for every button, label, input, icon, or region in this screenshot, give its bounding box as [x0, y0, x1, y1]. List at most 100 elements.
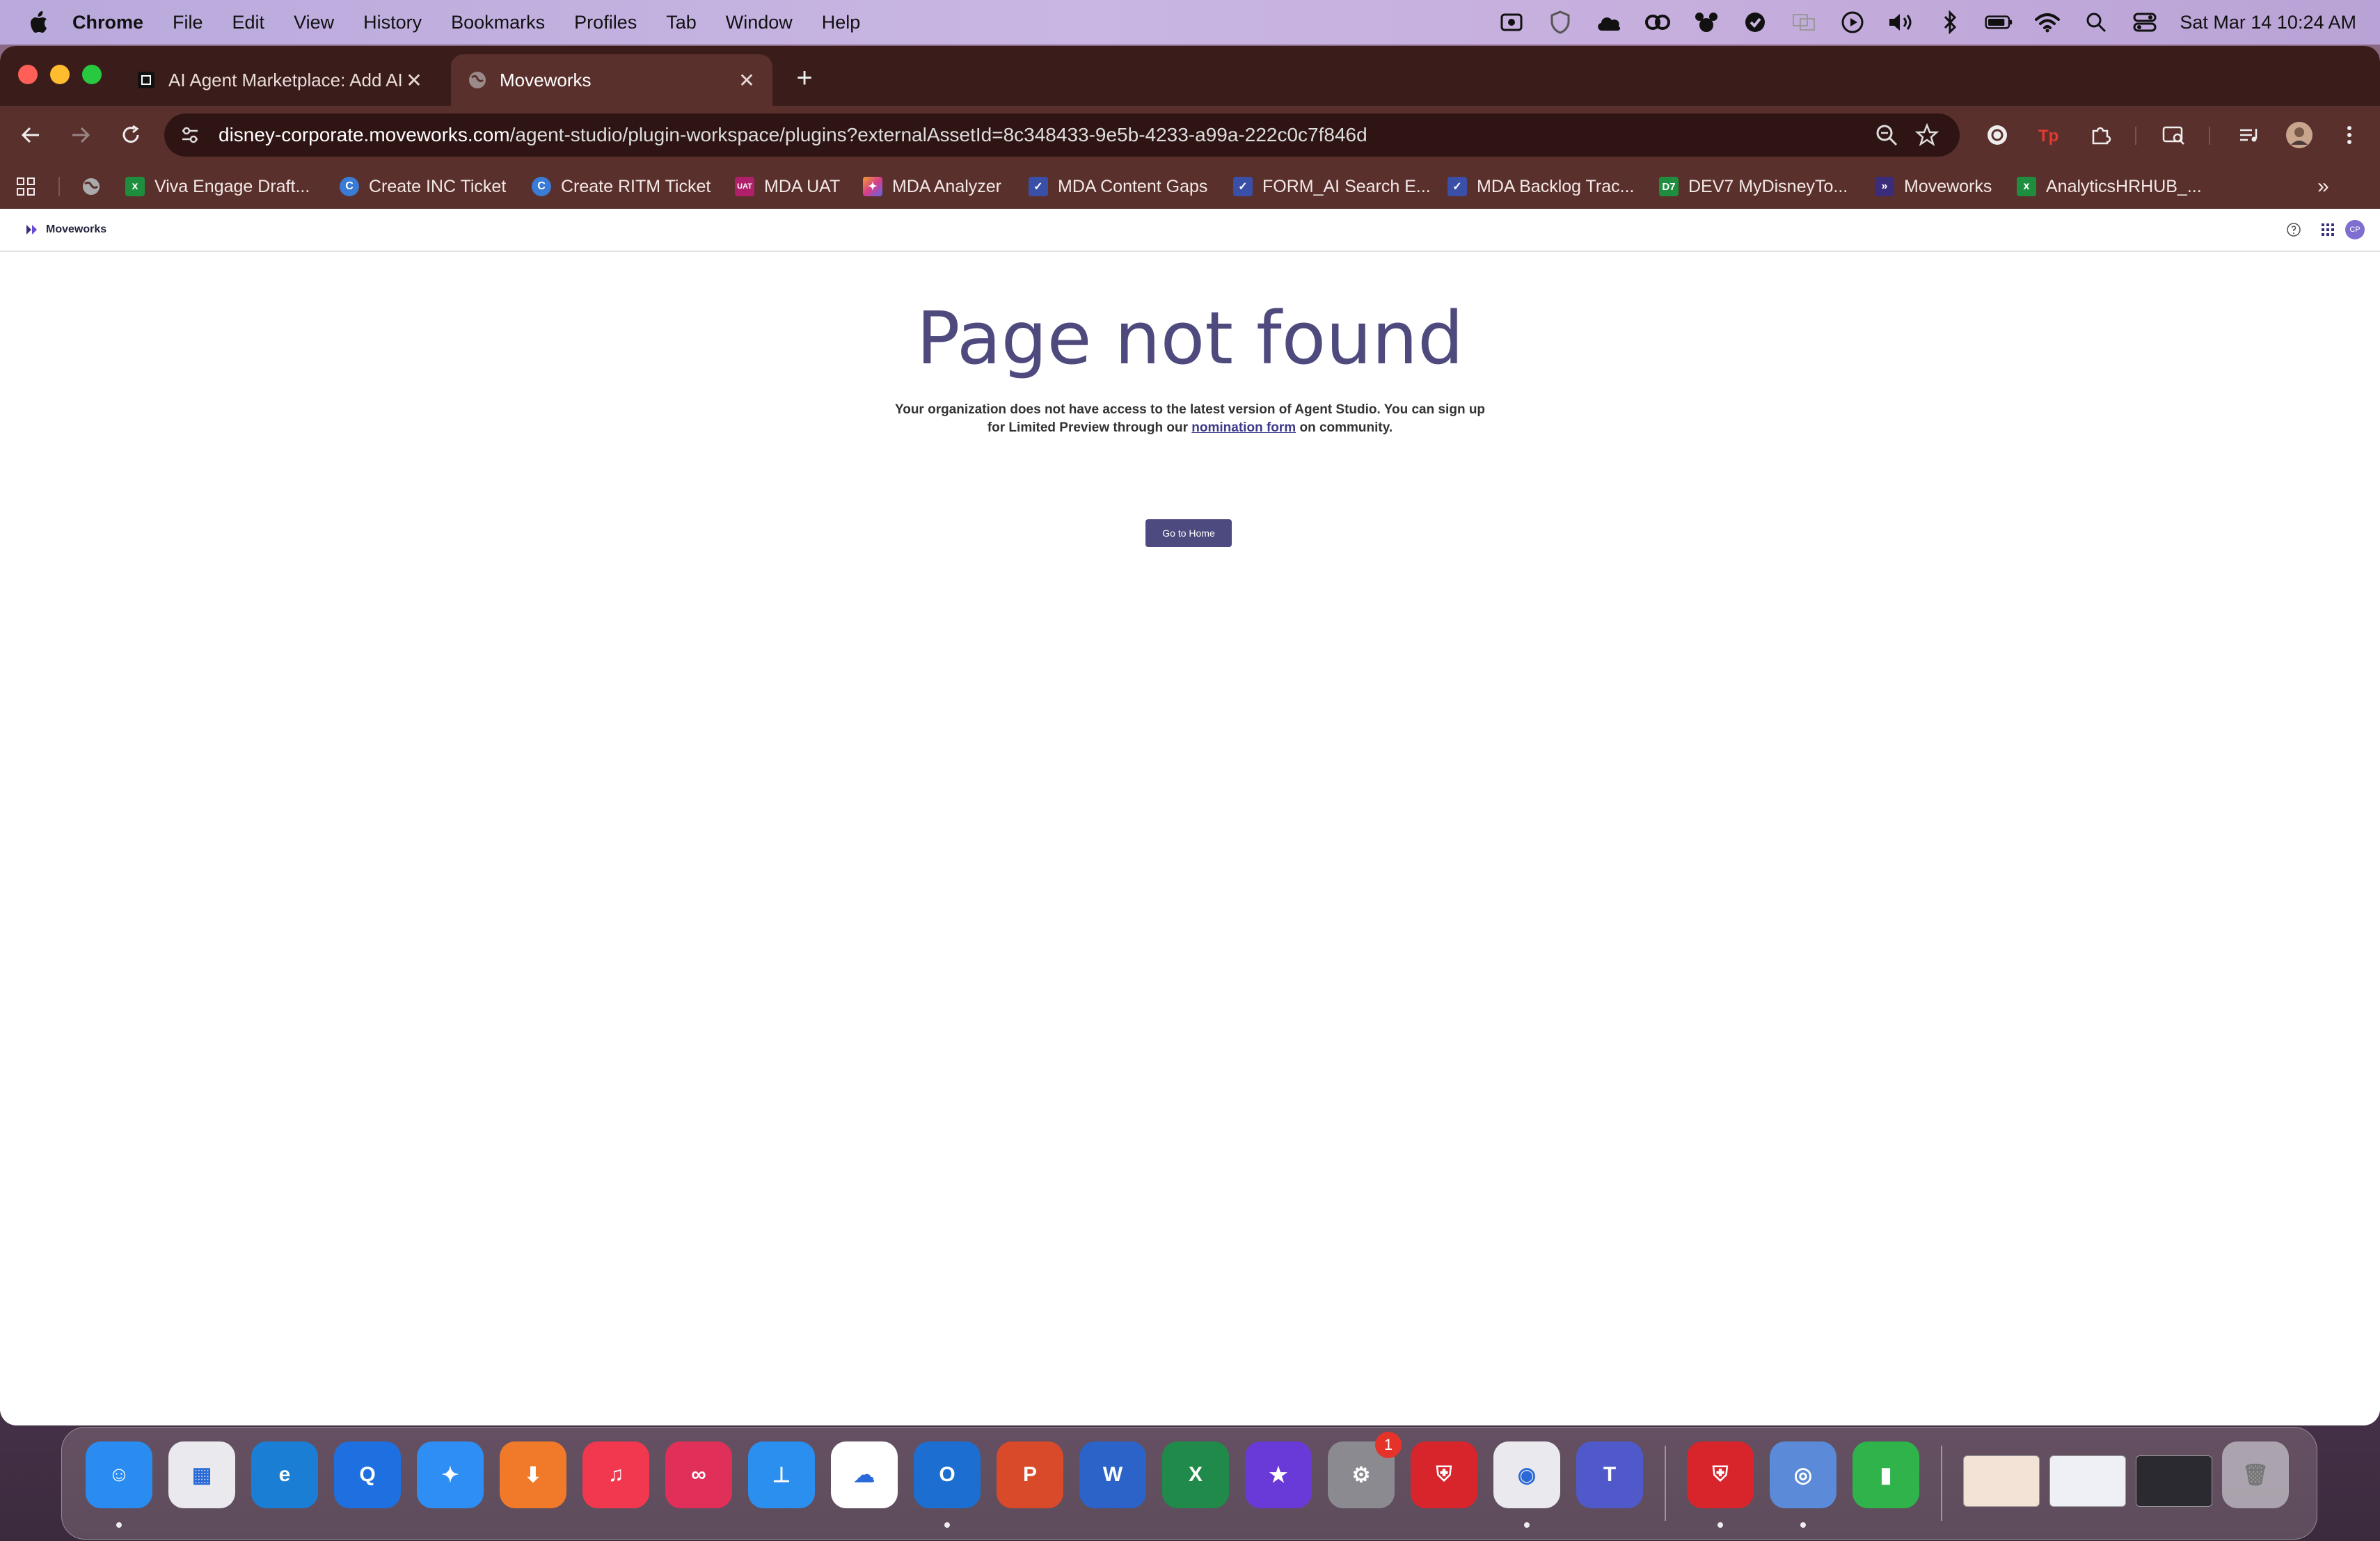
dock-trash-icon[interactable]: 🗑	[2222, 1441, 2289, 1508]
minimize-window-button[interactable]	[50, 65, 70, 84]
dock-excel-icon[interactable]: X	[1162, 1441, 1229, 1508]
menu-help[interactable]: Help	[822, 12, 861, 33]
bookmark-globe-icon[interactable]	[81, 164, 102, 209]
dock-disk-utility-icon[interactable]: ◎	[1770, 1441, 1836, 1508]
screen-mirror-status-icon[interactable]	[1790, 8, 1818, 36]
close-tab-icon[interactable]: ✕	[404, 69, 425, 92]
bookmark-item[interactable]: ✦ MDA Analyzer	[863, 164, 1001, 209]
dock-powerpoint-icon[interactable]: P	[997, 1441, 1063, 1508]
ai-status-icon[interactable]	[1498, 8, 1525, 36]
chrome-window: AI Agent Marketplace: Add AI ✕ Moveworks…	[0, 46, 2380, 1425]
bookmark-label: MDA Content Gaps	[1058, 176, 1208, 196]
forward-button[interactable]	[65, 120, 96, 150]
zoom-window-button[interactable]	[82, 65, 102, 84]
menu-history[interactable]: History	[363, 12, 422, 33]
menu-window[interactable]: Window	[726, 12, 793, 33]
apps-grid-icon[interactable]	[15, 164, 36, 209]
close-window-button[interactable]	[18, 65, 38, 84]
dock-keynote-icon[interactable]: ⊥	[748, 1441, 815, 1508]
dock-finder-icon[interactable]: ☺	[86, 1441, 152, 1508]
go-to-home-button[interactable]: Go to Home	[1145, 519, 1232, 547]
notification-badge: 1	[1375, 1432, 1402, 1458]
grammarly-status-icon[interactable]	[1741, 8, 1769, 36]
dock-music-icon[interactable]: ♫	[582, 1441, 649, 1508]
dock-quicktime-icon[interactable]: Q	[334, 1441, 401, 1508]
volume-icon[interactable]	[1887, 8, 1915, 36]
dock-downloads-icon[interactable]: ⬇	[500, 1441, 566, 1508]
menubar-clock[interactable]: Sat Mar 14 10:24 AM	[2180, 12, 2356, 33]
dock-onedrive-icon[interactable]: ☁	[831, 1441, 898, 1508]
menu-view[interactable]: View	[294, 12, 334, 33]
chrome-menu-icon[interactable]	[2334, 120, 2365, 150]
menu-app-chrome[interactable]: Chrome	[72, 12, 143, 33]
site-settings-icon[interactable]	[180, 125, 200, 145]
mickey-status-icon[interactable]	[1692, 8, 1720, 36]
profile-avatar[interactable]	[2284, 120, 2315, 150]
dock-teams-icon[interactable]: T	[1576, 1441, 1643, 1508]
dock-safari-icon[interactable]: ✦	[417, 1441, 484, 1508]
dock-outlook-icon[interactable]: O	[914, 1441, 981, 1508]
bookmark-star-icon[interactable]	[1915, 123, 1939, 147]
battery-icon[interactable]	[1985, 8, 2013, 36]
page-title: Page not found	[916, 296, 1464, 381]
dock-numbers-icon[interactable]: ▮	[1853, 1441, 1919, 1508]
bookmark-item[interactable]: x Viva Engage Draft...	[125, 164, 310, 209]
spotlight-search-icon[interactable]	[2082, 8, 2110, 36]
extensions-puzzle-icon[interactable]	[2085, 120, 2116, 150]
bookmark-label: FORM_AI Search E...	[1262, 176, 1431, 196]
bookmark-item[interactable]: x AnalyticsHRHUB_...	[2017, 164, 2202, 209]
bookmark-item[interactable]: ✓ FORM_AI Search E...	[1233, 164, 1431, 209]
media-controls-icon[interactable]	[2234, 120, 2264, 150]
dock-word-icon[interactable]: W	[1079, 1441, 1146, 1508]
user-avatar[interactable]: CP	[2345, 220, 2365, 239]
dock-creative-cloud-icon[interactable]: ∞	[665, 1441, 732, 1508]
bookmark-item[interactable]: C Create RITM Ticket	[532, 164, 711, 209]
grammarly-extension-icon[interactable]	[1982, 120, 2013, 150]
bookmark-item[interactable]: D7 DEV7 MyDisneyTo...	[1659, 164, 1848, 209]
dock-chrome-icon[interactable]: ◉	[1493, 1441, 1560, 1508]
bluetooth-icon[interactable]	[1936, 8, 1964, 36]
url-text[interactable]: disney-corporate.moveworks.com/agent-stu…	[219, 113, 1367, 157]
tp-extension-icon[interactable]: Tp	[2033, 120, 2064, 150]
reload-button[interactable]	[116, 120, 146, 150]
dock-vpn-shield-icon[interactable]: ⛨	[1411, 1441, 1477, 1508]
app-launcher-grid-icon[interactable]	[2320, 222, 2335, 237]
bookmark-item[interactable]: ✓ MDA Content Gaps	[1029, 164, 1207, 209]
bookmark-item[interactable]: UAT MDA UAT	[735, 164, 840, 209]
brand-name[interactable]: Moveworks	[46, 223, 106, 236]
dock-minimized-window-thumbnail[interactable]	[2049, 1455, 2126, 1507]
shield-status-icon[interactable]	[1546, 8, 1574, 36]
tab-ai-agent-marketplace[interactable]: AI Agent Marketplace: Add AI ✕	[120, 54, 440, 106]
cloud-status-icon[interactable]	[1595, 8, 1623, 36]
menu-profiles[interactable]: Profiles	[574, 12, 637, 33]
creative-cloud-status-icon[interactable]	[1644, 8, 1672, 36]
tab-moveworks[interactable]: Moveworks ✕	[451, 54, 772, 106]
wifi-icon[interactable]	[2033, 8, 2061, 36]
address-bar[interactable]: disney-corporate.moveworks.com/agent-stu…	[164, 113, 1960, 157]
help-icon[interactable]	[2285, 221, 2302, 238]
bookmark-item[interactable]: » Moveworks	[1875, 164, 1992, 209]
moveworks-logo-icon[interactable]	[25, 223, 40, 237]
menu-file[interactable]: File	[173, 12, 203, 33]
bookmark-item[interactable]: C Create INC Ticket	[340, 164, 506, 209]
dock-imovie-icon[interactable]: ★	[1245, 1441, 1312, 1508]
apple-icon[interactable]	[28, 10, 49, 34]
menu-edit[interactable]: Edit	[232, 12, 265, 33]
zoom-icon[interactable]	[1875, 123, 1898, 147]
close-tab-icon[interactable]: ✕	[736, 69, 757, 92]
dock-launchpad-icon[interactable]: ▦	[168, 1441, 235, 1508]
menu-tab[interactable]: Tab	[666, 12, 697, 33]
nomination-form-link[interactable]: nomination form	[1191, 420, 1296, 435]
more-bookmarks-chevron-icon[interactable]: »	[2317, 164, 2329, 209]
control-center-icon[interactable]	[2131, 8, 2159, 36]
play-status-icon[interactable]	[1839, 8, 1866, 36]
menu-bookmarks[interactable]: Bookmarks	[451, 12, 545, 33]
tab-search-icon[interactable]	[2159, 120, 2189, 150]
bookmark-item[interactable]: ✓ MDA Backlog Trac...	[1447, 164, 1634, 209]
dock-vpn-shield-2-icon[interactable]: ⛨	[1687, 1441, 1754, 1508]
dock-minimized-window-thumbnail[interactable]	[2136, 1455, 2212, 1507]
dock-minimized-window-thumbnail[interactable]	[1963, 1455, 2040, 1507]
back-button[interactable]	[15, 120, 46, 150]
new-tab-button[interactable]: +	[791, 64, 818, 92]
dock-edge-icon[interactable]: e	[251, 1441, 318, 1508]
